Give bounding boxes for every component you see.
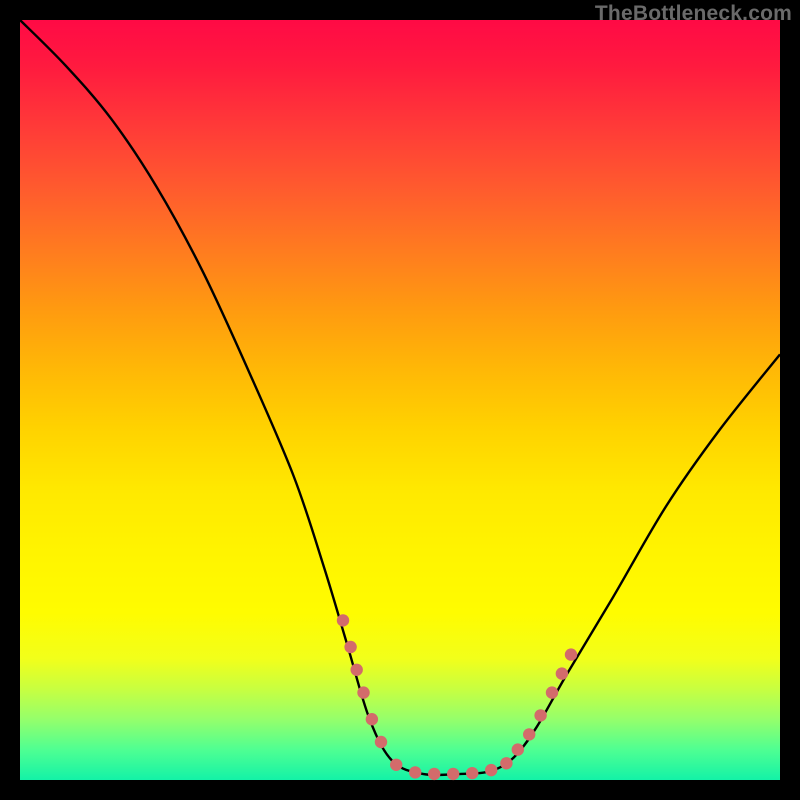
curve-marker	[556, 667, 568, 679]
curve-marker	[409, 766, 421, 778]
curve-marker	[534, 709, 546, 721]
bottleneck-curve	[20, 20, 780, 775]
curve-marker	[485, 764, 497, 776]
chart-frame: TheBottleneck.com	[0, 0, 800, 800]
curve-marker	[546, 686, 558, 698]
curve-marker	[390, 759, 402, 771]
curve-marker	[512, 743, 524, 755]
curve-marker	[447, 768, 459, 780]
marker-group	[337, 614, 577, 780]
curve-marker	[565, 648, 577, 660]
curve-marker	[337, 614, 349, 626]
curve-marker	[366, 713, 378, 725]
curve-marker	[344, 641, 356, 653]
watermark-text: TheBottleneck.com	[595, 2, 792, 26]
curve-marker	[350, 664, 362, 676]
curve-marker	[428, 768, 440, 780]
curve-marker	[500, 757, 512, 769]
plot-area	[20, 20, 780, 780]
curve-marker	[357, 686, 369, 698]
curve-marker	[523, 728, 535, 740]
curve-svg	[20, 20, 780, 780]
curve-marker	[375, 736, 387, 748]
curve-marker	[466, 767, 478, 779]
